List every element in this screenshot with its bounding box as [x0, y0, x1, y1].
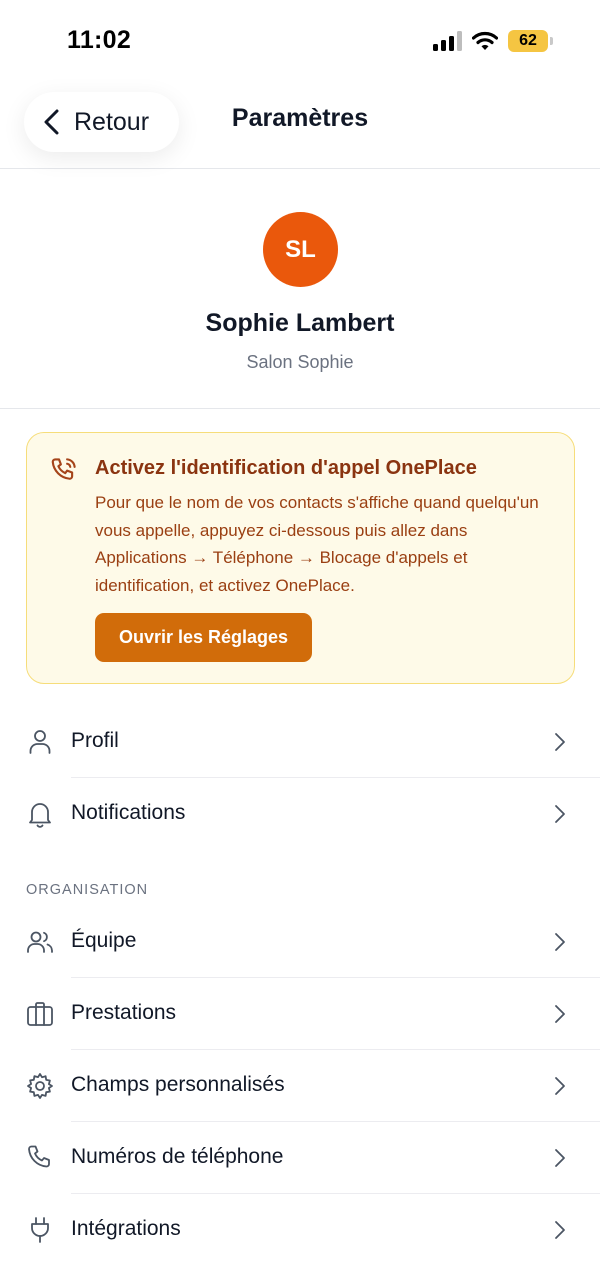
menu-item-prestations[interactable]: Prestations: [0, 977, 600, 1049]
menu-item-equipe[interactable]: Équipe: [0, 905, 600, 977]
banner-text: Pour que le nom de vos contacts s'affich…: [95, 493, 539, 595]
battery-indicator: 62: [508, 30, 553, 52]
section-header-organisation: ORGANISATION: [26, 882, 149, 898]
user-icon: [29, 730, 51, 754]
menu-item-label: Prestations: [71, 1001, 177, 1024]
chevron-right-icon: [555, 1005, 565, 1023]
profile-section: SL Sophie Lambert Salon Sophie: [0, 169, 600, 409]
phone-icon: [28, 1145, 50, 1168]
users-icon: [27, 931, 53, 953]
wifi-icon: [472, 31, 498, 50]
chevron-right-icon: [555, 1149, 565, 1167]
status-indicators: 62: [433, 30, 553, 52]
menu-item-label: Intégrations: [71, 1217, 181, 1240]
gear-icon: [27, 1073, 53, 1099]
open-settings-button[interactable]: Ouvrir les Réglages: [95, 613, 312, 662]
chevron-right-icon: [555, 733, 565, 751]
avatar: SL: [263, 212, 338, 287]
page-title: Paramètres: [231, 104, 369, 132]
menu-item-profil[interactable]: Profil: [0, 705, 600, 777]
menu-item-integrations[interactable]: Intégrations: [0, 1193, 600, 1265]
cellular-signal-icon: [433, 31, 462, 51]
status-bar: 11:02 62: [0, 0, 600, 80]
chevron-right-icon: [555, 805, 565, 823]
menu-item-numeros-telephone[interactable]: Numéros de téléphone: [0, 1121, 600, 1193]
plug-icon: [31, 1217, 49, 1243]
bell-icon: [29, 803, 51, 828]
caller-id-banner: Activez l'identification d'appel OnePlac…: [26, 432, 575, 684]
briefcase-icon: [27, 1002, 53, 1026]
phone-call-icon: [51, 458, 76, 480]
profile-name: Sophie Lambert: [205, 309, 395, 337]
banner-title: Activez l'identification d'appel OnePlac…: [95, 457, 477, 479]
menu-item-label: Notifications: [71, 801, 186, 824]
chevron-right-icon: [555, 933, 565, 951]
menu-item-label: Profil: [71, 729, 119, 752]
chevron-right-icon: [555, 1077, 565, 1095]
menu-item-label: Champs personnalisés: [71, 1073, 285, 1096]
chevron-right-icon: [555, 1221, 565, 1239]
menu-item-label: Équipe: [71, 929, 137, 952]
nav-header: Retour Paramètres: [0, 80, 600, 169]
menu-item-champs-personnalises[interactable]: Champs personnalisés: [0, 1049, 600, 1121]
status-time: 11:02: [67, 26, 132, 54]
menu-item-label: Numéros de téléphone: [71, 1145, 284, 1168]
menu-item-notifications[interactable]: Notifications: [0, 777, 600, 849]
profile-salon: Salon Sophie: [246, 352, 354, 372]
